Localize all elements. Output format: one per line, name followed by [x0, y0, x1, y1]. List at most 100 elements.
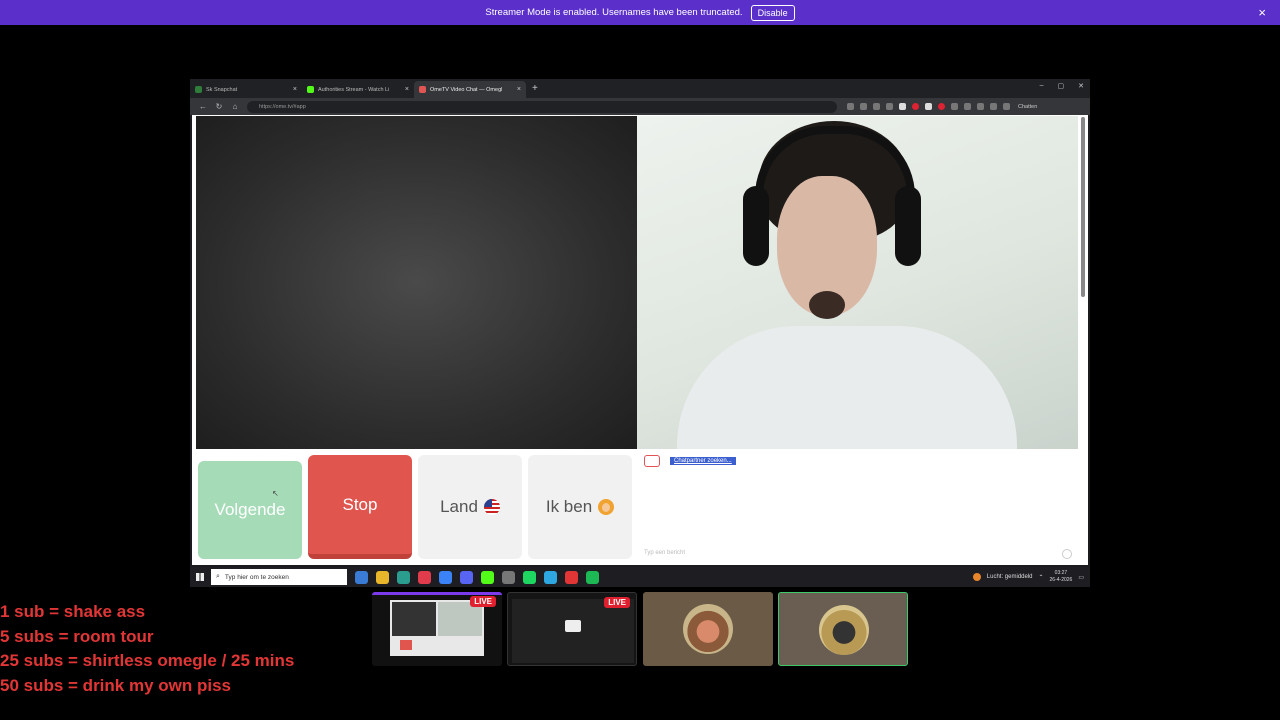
- preview-stop-button: [400, 640, 412, 650]
- mouse-cursor-icon: ↖: [272, 489, 279, 498]
- browser-tab[interactable]: Authorities Stream - Watch Li ×: [302, 81, 414, 98]
- extension-icon[interactable]: [860, 103, 867, 110]
- participant-tile[interactable]: [643, 592, 773, 666]
- stop-label: Stop: [342, 494, 378, 514]
- browser-tab-active[interactable]: OmeTV Video Chat — Omegl ×: [414, 81, 526, 98]
- sub-goal: 1 sub = shake ass: [0, 602, 146, 621]
- sub-goal: 5 subs = room tour: [0, 626, 154, 646]
- clock-date: 26-4-2026: [1049, 577, 1073, 583]
- extension-icon[interactable]: [951, 103, 958, 110]
- notification-icon[interactable]: ▭: [1078, 574, 1084, 581]
- extension-icon[interactable]: [847, 103, 854, 110]
- tab-close-icon[interactable]: ×: [517, 86, 521, 93]
- taskbar-app-icon[interactable]: [523, 570, 536, 584]
- profile-icon[interactable]: [990, 103, 997, 110]
- live-badge: LIVE: [470, 596, 496, 607]
- tab-close-icon[interactable]: ×: [293, 86, 297, 93]
- star-icon[interactable]: [873, 103, 880, 110]
- extension-icon[interactable]: [938, 103, 945, 110]
- sub-goal: 50 subs = drink my own piss: [0, 676, 231, 696]
- taskbar-app-icon[interactable]: [481, 570, 494, 584]
- new-tab-icon[interactable]: +: [532, 83, 538, 94]
- window-close-icon[interactable]: ✕: [1078, 82, 1084, 90]
- taskbar-app-icon[interactable]: [586, 570, 599, 584]
- country-button[interactable]: Land: [418, 455, 522, 559]
- taskbar-app-icon[interactable]: [565, 570, 578, 584]
- system-tray: Lucht: gemiddeld ⌃ 03:27 26-4-2026 ▭: [972, 570, 1084, 584]
- ometv-icon: [419, 86, 426, 93]
- weather-text: Lucht: gemiddeld: [986, 574, 1033, 580]
- avatar: [683, 604, 733, 654]
- taskbar-app-icon[interactable]: [502, 570, 515, 584]
- taskbar-app-icon[interactable]: [460, 570, 473, 584]
- taskbar-search[interactable]: ⌕ Typ hier om te zoeken: [211, 569, 347, 585]
- minimize-icon[interactable]: –: [1040, 82, 1044, 90]
- maximize-icon[interactable]: ▢: [1058, 82, 1065, 90]
- back-icon[interactable]: ←: [195, 102, 211, 111]
- home-icon[interactable]: ⌂: [227, 102, 243, 111]
- participant-tile-speaking[interactable]: [778, 592, 908, 666]
- extension-icon[interactable]: [964, 103, 971, 110]
- partner-video-static: [196, 116, 637, 449]
- person-shirt: [677, 326, 1017, 449]
- preview-video-left: [392, 602, 436, 636]
- clock-time: 03:27: [1054, 570, 1068, 576]
- stream-thumbnail[interactable]: LIVE: [372, 592, 502, 666]
- streamer-mode-banner: Streamer Mode is enabled. Usernames have…: [0, 0, 1280, 25]
- live-badge: LIVE: [604, 597, 630, 608]
- taskbar-app-icon[interactable]: [355, 570, 368, 584]
- extension-icon[interactable]: [925, 103, 932, 110]
- taskbar-app-icon[interactable]: [418, 570, 431, 584]
- windows-taskbar: ⌕ Typ hier om te zoeken Lucht: gemiddeld…: [190, 567, 1090, 587]
- favorites-icon[interactable]: [977, 103, 984, 110]
- windows-start-icon[interactable]: [196, 573, 204, 581]
- taskbar-app-icon[interactable]: [397, 570, 410, 584]
- tab-title: Authorities Stream - Watch Li: [318, 86, 390, 93]
- page-scrollbar[interactable]: [1081, 117, 1085, 297]
- extension-icon[interactable]: [886, 103, 893, 110]
- tab-close-icon[interactable]: ×: [405, 86, 409, 93]
- record-icon[interactable]: [912, 103, 919, 110]
- search-icon: ⌕: [216, 573, 220, 580]
- reload-icon[interactable]: ↻: [211, 102, 227, 111]
- weather-icon: [972, 573, 981, 581]
- emoji-picker-icon[interactable]: [1062, 549, 1072, 559]
- copilot-button[interactable]: Chatten: [1018, 104, 1037, 110]
- taskbar-app-icon[interactable]: [544, 570, 557, 584]
- tab-title: OmeTV Video Chat — Omegl: [430, 86, 503, 93]
- browser-tab[interactable]: Sk Snapchat ×: [190, 81, 302, 98]
- url-field[interactable]: https://ome.tv/#app: [247, 100, 837, 113]
- chat-message-input[interactable]: Typ een bericht: [644, 547, 1072, 559]
- taskbar-search-placeholder: Typ hier om te zoeken: [224, 573, 289, 581]
- extension-icon[interactable]: [899, 103, 906, 110]
- sub-goal: 25 subs = shirtless omegle / 25 mins: [0, 651, 295, 671]
- clock[interactable]: 03:27 26-4-2026: [1050, 570, 1073, 584]
- close-icon[interactable]: ×: [1258, 5, 1266, 20]
- stream-thumbnail[interactable]: LIVE: [507, 592, 637, 666]
- ometv-page: Volgende ↖ Stop Land Ik ben Chatpartner …: [192, 115, 1088, 565]
- taskbar-apps: [355, 570, 599, 584]
- next-label: Volgende: [214, 500, 286, 519]
- stop-button[interactable]: Stop: [308, 455, 412, 559]
- disable-button[interactable]: Disable: [750, 4, 795, 21]
- thumbnail-preview: [390, 600, 484, 656]
- stream-video: Sk Snapchat × Authorities Stream - Watch…: [190, 79, 1090, 587]
- tab-title: Sk Snapchat: [206, 86, 238, 93]
- sub-goals-overlay: 1 sub = shake ass 5 subs = room tour 25 …: [0, 600, 294, 699]
- tray-chevron-icon[interactable]: ⌃: [1039, 574, 1044, 581]
- chat-panel: Chatpartner zoeken... Typ een bericht: [638, 451, 1078, 563]
- next-button[interactable]: Volgende: [198, 461, 302, 559]
- taskbar-app-icon[interactable]: [376, 570, 389, 584]
- woman-emoji-icon: [598, 499, 615, 515]
- gender-button[interactable]: Ik ben: [528, 455, 632, 559]
- window-controls: – ▢ ✕: [1040, 82, 1084, 90]
- webcam-video: [637, 116, 1078, 449]
- preview-video-right: [438, 602, 482, 636]
- country-label: Land: [440, 497, 478, 516]
- address-bar: ← ↻ ⌂ https://ome.tv/#app Chatten: [190, 98, 1090, 115]
- extension-icons: [847, 103, 1010, 110]
- taskbar-app-icon[interactable]: [439, 570, 452, 584]
- ometv-logo-icon: [644, 455, 660, 467]
- more-icon[interactable]: [1003, 103, 1010, 110]
- us-flag-icon: [483, 499, 500, 515]
